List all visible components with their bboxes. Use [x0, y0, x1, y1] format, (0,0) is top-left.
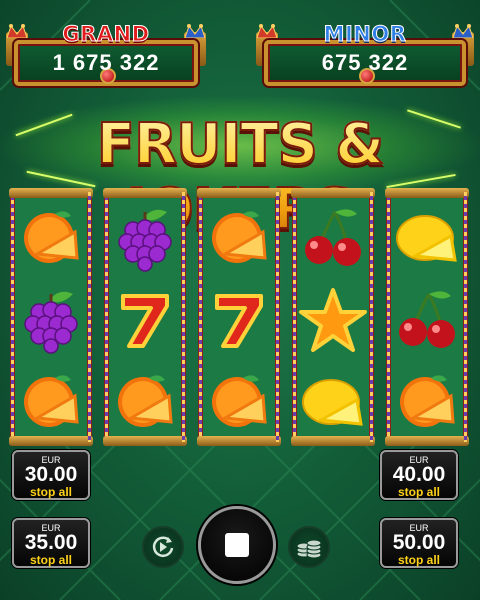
bet-button-35[interactable]: EUR 35.00 stop all: [12, 518, 90, 568]
reel-cap: [291, 188, 375, 198]
autoplay-icon: [152, 536, 174, 557]
reel-3: [197, 188, 281, 446]
reel-1: [9, 188, 93, 446]
coins-icon: [296, 539, 322, 559]
reel-2: [103, 188, 187, 446]
stop-icon: [225, 533, 249, 557]
orange-icon: [109, 366, 181, 438]
grand-jackpot: GRAND 1 675 322: [6, 22, 206, 86]
grand-label: GRAND: [62, 22, 150, 47]
cherry-icon: [391, 284, 463, 356]
minor-jackpot: MINOR 675 322: [256, 22, 474, 86]
reel-cap: [103, 188, 187, 198]
coins-button[interactable]: [288, 526, 330, 568]
grape-icon: [15, 284, 87, 356]
grand-value: 1 675 322: [52, 50, 160, 75]
orange-icon: [203, 202, 275, 274]
reel-cap: [9, 188, 93, 198]
bet-action: stop all: [397, 485, 440, 499]
bet-action: stop all: [29, 485, 72, 499]
bet-button-50[interactable]: EUR 50.00 stop all: [380, 518, 458, 568]
reel-area: [9, 188, 469, 446]
bet-amount: 35.00: [24, 531, 78, 554]
reel-cap: [197, 188, 281, 198]
lemon-icon: [297, 366, 369, 438]
stop-button[interactable]: [198, 506, 276, 584]
orange-icon: [203, 366, 275, 438]
seven-icon: [109, 284, 181, 356]
bet-amount: 40.00: [392, 463, 446, 486]
bet-amount: 50.00: [392, 531, 446, 554]
orange-icon: [15, 366, 87, 438]
autoplay-button[interactable]: [142, 526, 184, 568]
game-logo: FRUITS & JOKERS: [0, 96, 480, 243]
star-icon: [297, 284, 369, 356]
seven-icon: [203, 284, 275, 356]
reel-4: [291, 188, 375, 446]
lemon-icon: [391, 202, 463, 274]
minor-value: 675 322: [321, 50, 409, 75]
reel-5: [385, 188, 469, 446]
bet-action: stop all: [29, 553, 72, 567]
reel-cap: [385, 188, 469, 198]
minor-label: MINOR: [323, 22, 407, 47]
bet-button-40[interactable]: EUR 40.00 stop all: [380, 450, 458, 500]
bet-action: stop all: [397, 553, 440, 567]
cherry-icon: [297, 202, 369, 274]
orange-icon: [15, 202, 87, 274]
bet-button-30[interactable]: EUR 30.00 stop all: [12, 450, 90, 500]
grape-icon: [109, 202, 181, 274]
orange-icon: [391, 366, 463, 438]
bet-amount: 30.00: [24, 463, 78, 486]
